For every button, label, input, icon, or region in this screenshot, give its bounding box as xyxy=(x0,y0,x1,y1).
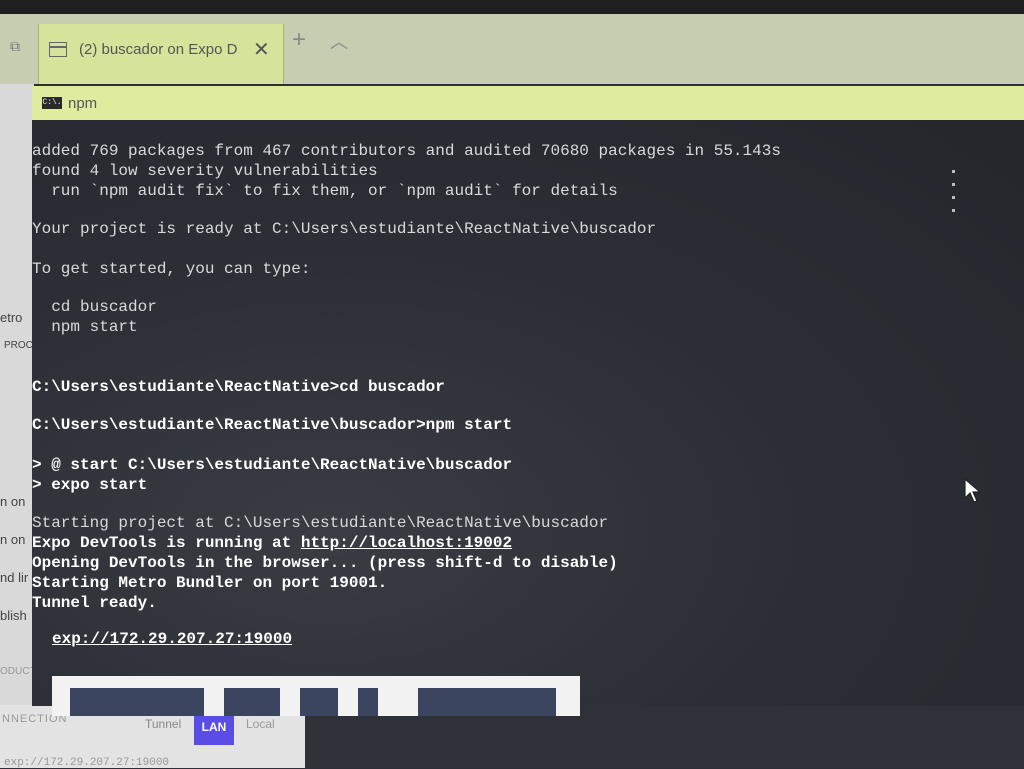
terminal-line: Opening DevTools in the browser... (pres… xyxy=(32,554,618,572)
sidebar-label: n on xyxy=(0,532,26,547)
tunnel-option[interactable]: Tunnel xyxy=(145,717,181,731)
terminal-line: > expo start xyxy=(32,476,148,494)
exp-url-link[interactable]: exp://172.29.207.27:19000 xyxy=(52,630,292,648)
terminal-text: Expo DevTools is running at xyxy=(32,534,301,552)
qr-code-partial xyxy=(52,676,580,716)
sidebar-label: ODUCT xyxy=(0,666,36,677)
background-devtools-sidebar: etro PROC n on n on nd lir blish ODUCT xyxy=(0,84,36,768)
terminal-line: Starting project at C:\Users\estudiante\… xyxy=(32,514,609,532)
console-title-bar[interactable]: C:\. npm xyxy=(32,86,1024,120)
terminal-line: cd buscador xyxy=(32,298,157,316)
browser-tab-bar: ⧉ (2) buscador on Expo D ✕ + ︿ xyxy=(0,14,1024,84)
terminal-line: To get started, you can type: xyxy=(32,260,311,278)
sidebar-label: n on xyxy=(0,494,26,509)
tab-title: (2) buscador on Expo D xyxy=(79,41,238,58)
sidebar-label: blish xyxy=(0,608,27,623)
sidebar-label: nd lir xyxy=(0,570,29,585)
console-icon: C:\. xyxy=(42,97,62,109)
page-icon xyxy=(49,42,67,57)
close-icon[interactable]: ✕ xyxy=(253,37,270,62)
terminal-line: run `npm audit fix` to fix them, or `npm… xyxy=(32,182,618,200)
exp-url: exp://172.29.207.27:19000 xyxy=(4,757,170,769)
scroll-indicator[interactable] xyxy=(952,170,956,230)
devtools-url-link[interactable]: http://localhost:19002 xyxy=(301,534,512,552)
local-option[interactable]: Local xyxy=(246,717,275,731)
terminal-line: Starting Metro Bundler on port 19001. xyxy=(32,574,388,592)
screen-top-strip xyxy=(0,0,1024,14)
new-tab-button[interactable]: + xyxy=(292,26,306,54)
terminal-line: > @ start C:\Users\estudiante\ReactNativ… xyxy=(32,456,513,474)
terminal-line: C:\Users\estudiante\ReactNative\buscador… xyxy=(32,416,513,434)
terminal-line: added 769 packages from 467 contributors… xyxy=(32,142,781,160)
terminal-line: npm start xyxy=(32,318,138,336)
terminal-line: Your project is ready at C:\Users\estudi… xyxy=(32,220,657,238)
terminal-line: C:\Users\estudiante\ReactNative>cd busca… xyxy=(32,378,445,396)
chevron-up-icon[interactable]: ︿ xyxy=(330,28,348,54)
browser-tab-expo-devtools[interactable]: (2) buscador on Expo D ✕ xyxy=(38,24,284,84)
console-title: npm xyxy=(68,95,98,112)
sidebar-label: etro xyxy=(0,310,23,325)
sidebar-label: PROC xyxy=(4,340,33,351)
terminal-line: found 4 low severity vulnerabilities xyxy=(32,162,378,180)
terminal-output[interactable]: added 769 packages from 467 contributors… xyxy=(32,120,1024,716)
terminal-line: Tunnel ready. xyxy=(32,594,157,612)
terminal-line: Expo DevTools is running at http://local… xyxy=(32,534,512,552)
tabs-icon[interactable]: ⧉ xyxy=(10,38,20,55)
npm-console-window[interactable]: C:\. npm added 769 packages from 467 con… xyxy=(32,86,1024,716)
